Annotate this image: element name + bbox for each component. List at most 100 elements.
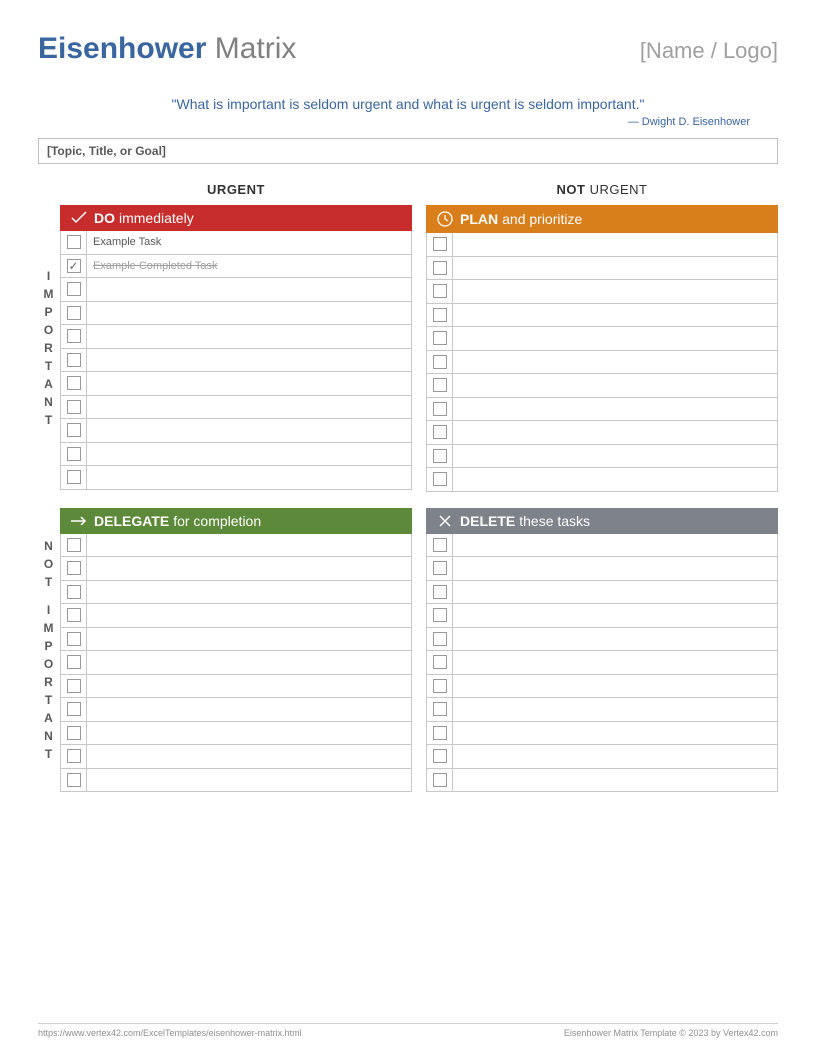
task-row[interactable] [427, 722, 777, 746]
task-row[interactable] [61, 302, 411, 326]
task-row[interactable] [61, 651, 411, 675]
task-row[interactable] [427, 257, 777, 281]
task-checkbox[interactable] [433, 331, 447, 345]
task-checkbox[interactable] [67, 585, 81, 599]
task-checkbox[interactable] [433, 585, 447, 599]
task-checkbox[interactable] [433, 749, 447, 763]
task-row[interactable] [61, 698, 411, 722]
task-checkbox[interactable] [67, 400, 81, 414]
task-checkbox[interactable] [433, 261, 447, 275]
task-row[interactable] [61, 278, 411, 302]
task-checkbox[interactable] [433, 679, 447, 693]
task-row[interactable] [61, 349, 411, 373]
quote-text: "What is important is seldom urgent and … [38, 96, 778, 112]
task-checkbox[interactable] [433, 308, 447, 322]
task-row[interactable] [427, 628, 777, 652]
col-header-not-urgent: NOT URGENT [426, 182, 778, 205]
task-checkbox[interactable] [67, 632, 81, 646]
task-row[interactable] [427, 557, 777, 581]
task-row[interactable] [427, 651, 777, 675]
task-checkbox[interactable] [433, 726, 447, 740]
task-text[interactable]: Example Task [87, 236, 161, 248]
task-checkbox[interactable] [67, 329, 81, 343]
task-row[interactable] [427, 604, 777, 628]
task-checkbox[interactable] [433, 472, 447, 486]
task-checkbox[interactable] [67, 655, 81, 669]
task-row[interactable] [61, 745, 411, 769]
task-checkbox[interactable] [433, 355, 447, 369]
task-row[interactable] [427, 327, 777, 351]
task-row[interactable] [61, 534, 411, 558]
quadrant-do-header: DO immediately [60, 205, 412, 231]
task-row[interactable] [427, 534, 777, 558]
task-row[interactable] [427, 769, 777, 793]
task-row[interactable] [427, 351, 777, 375]
task-row[interactable] [61, 581, 411, 605]
task-row[interactable] [427, 421, 777, 445]
task-checkbox[interactable] [433, 702, 447, 716]
task-checkbox[interactable] [433, 378, 447, 392]
task-row[interactable] [61, 769, 411, 793]
task-row[interactable] [427, 581, 777, 605]
task-checkbox[interactable] [433, 773, 447, 787]
quadrant-delegate-header: DELEGATE for completion [60, 508, 412, 534]
task-row[interactable] [61, 557, 411, 581]
task-row[interactable] [61, 675, 411, 699]
task-checkbox[interactable] [67, 259, 81, 273]
task-row[interactable] [427, 675, 777, 699]
task-row[interactable] [427, 304, 777, 328]
task-checkbox[interactable] [433, 608, 447, 622]
task-checkbox[interactable] [67, 702, 81, 716]
task-checkbox[interactable] [433, 632, 447, 646]
task-checkbox[interactable] [67, 235, 81, 249]
task-row[interactable] [61, 396, 411, 420]
task-checkbox[interactable] [67, 423, 81, 437]
task-text[interactable]: Example Completed Task [87, 260, 218, 272]
task-checkbox[interactable] [67, 376, 81, 390]
task-checkbox[interactable] [67, 726, 81, 740]
task-row[interactable] [61, 372, 411, 396]
task-row[interactable] [427, 745, 777, 769]
task-row[interactable] [61, 628, 411, 652]
task-checkbox[interactable] [433, 655, 447, 669]
task-checkbox[interactable] [67, 608, 81, 622]
task-row[interactable] [427, 445, 777, 469]
task-checkbox[interactable] [433, 449, 447, 463]
page-header: Eisenhower Matrix [Name / Logo] [38, 32, 778, 66]
task-checkbox[interactable] [67, 561, 81, 575]
task-row[interactable]: Example Task [61, 231, 411, 255]
task-row[interactable] [427, 233, 777, 257]
task-row[interactable] [427, 468, 777, 492]
task-row[interactable] [427, 280, 777, 304]
task-checkbox[interactable] [433, 561, 447, 575]
footer-url: https://www.vertex42.com/ExcelTemplates/… [38, 1028, 302, 1038]
matrix-row-not-important: NOT IMPORTANT DELEGATE for completion DE… [38, 508, 778, 793]
topic-field[interactable]: [Topic, Title, or Goal] [38, 138, 778, 164]
task-checkbox[interactable] [67, 447, 81, 461]
task-checkbox[interactable] [67, 470, 81, 484]
task-checkbox[interactable] [67, 749, 81, 763]
quadrant-delete-header: DELETE these tasks [426, 508, 778, 534]
task-row[interactable] [61, 604, 411, 628]
task-row[interactable] [427, 698, 777, 722]
task-checkbox[interactable] [433, 284, 447, 298]
task-row[interactable] [61, 466, 411, 490]
task-row[interactable]: Example Completed Task [61, 255, 411, 279]
task-row[interactable] [61, 325, 411, 349]
task-checkbox[interactable] [67, 773, 81, 787]
task-checkbox[interactable] [433, 538, 447, 552]
task-checkbox[interactable] [67, 306, 81, 320]
task-row[interactable] [427, 374, 777, 398]
task-checkbox[interactable] [67, 282, 81, 296]
task-checkbox[interactable] [67, 538, 81, 552]
task-checkbox[interactable] [433, 425, 447, 439]
task-checkbox[interactable] [433, 402, 447, 416]
task-checkbox[interactable] [67, 679, 81, 693]
task-row[interactable] [61, 722, 411, 746]
quad-do-rest: immediately [119, 210, 194, 226]
task-row[interactable] [427, 398, 777, 422]
task-checkbox[interactable] [67, 353, 81, 367]
task-row[interactable] [61, 443, 411, 467]
task-row[interactable] [61, 419, 411, 443]
task-checkbox[interactable] [433, 237, 447, 251]
